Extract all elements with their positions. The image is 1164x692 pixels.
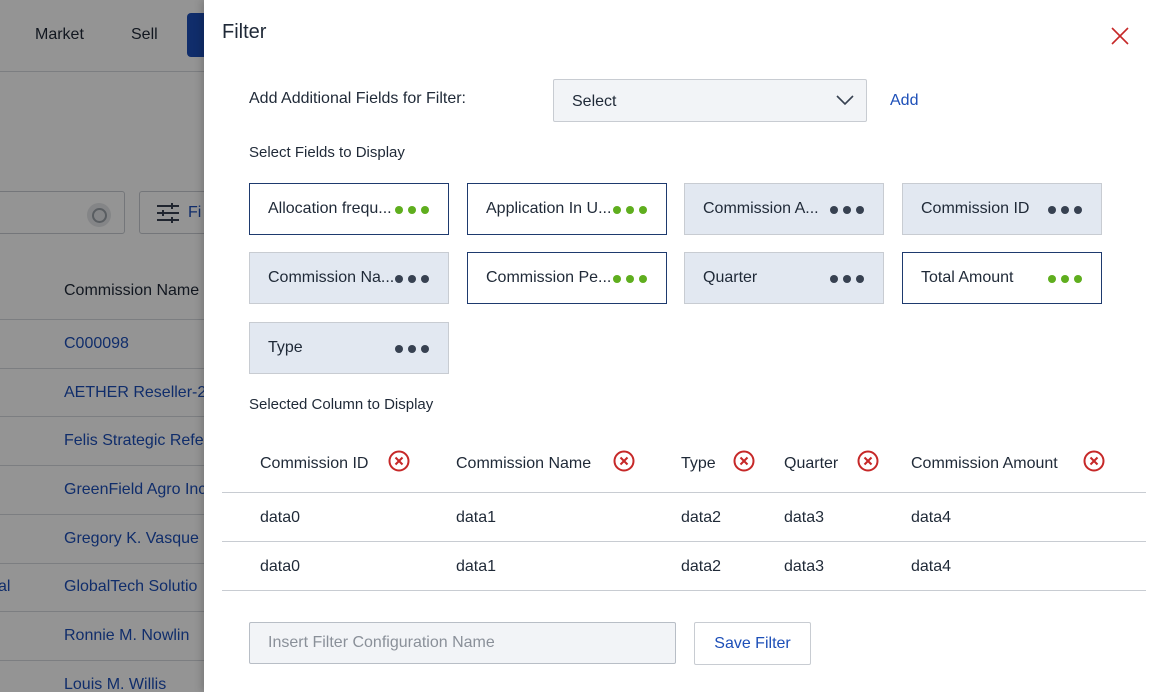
filter-drawer: Filter Add Additional Fields for Filter:… bbox=[204, 0, 1164, 692]
field-card-total-amount[interactable]: Total Amount bbox=[902, 252, 1102, 304]
select-fields-label: Select Fields to Display bbox=[249, 144, 405, 161]
close-icon[interactable] bbox=[1110, 26, 1130, 46]
remove-column-icon[interactable] bbox=[613, 450, 635, 472]
more-options-icon[interactable] bbox=[395, 345, 429, 353]
table-cell: data4 bbox=[911, 509, 952, 526]
columns-table-header: Commission ID Commission Name Type Quart… bbox=[222, 438, 1146, 493]
add-field-link[interactable]: Add bbox=[890, 92, 918, 110]
remove-column-icon[interactable] bbox=[388, 450, 410, 472]
field-card-label: Application In U... bbox=[486, 200, 612, 217]
table-cell: data0 bbox=[260, 509, 301, 526]
table-cell: data1 bbox=[456, 509, 497, 526]
table-cell: data2 bbox=[681, 509, 722, 526]
column-header: Type bbox=[681, 455, 716, 472]
field-card-label: Commission Na... bbox=[268, 269, 395, 286]
more-options-icon[interactable] bbox=[830, 275, 864, 283]
table-cell: data2 bbox=[681, 558, 722, 575]
field-card-label: Commission Pe... bbox=[486, 269, 612, 286]
field-card-label: Type bbox=[268, 339, 303, 356]
column-header: Quarter bbox=[784, 455, 839, 472]
table-cell: data1 bbox=[456, 558, 497, 575]
more-options-icon[interactable] bbox=[1048, 275, 1082, 283]
field-card-commission-period[interactable]: Commission Pe... bbox=[467, 252, 667, 304]
column-header: Commission ID bbox=[260, 455, 369, 472]
table-row: data0 data1 data2 data3 data4 bbox=[222, 493, 1146, 542]
remove-column-icon[interactable] bbox=[857, 450, 879, 472]
field-card-commission-name[interactable]: Commission Na... bbox=[249, 252, 449, 304]
table-cell: data0 bbox=[260, 558, 301, 575]
field-card-commission-amount[interactable]: Commission A... bbox=[684, 183, 884, 235]
remove-column-icon[interactable] bbox=[733, 450, 755, 472]
field-card-label: Allocation frequ... bbox=[268, 200, 392, 217]
field-card-label: Total Amount bbox=[921, 269, 1014, 286]
field-card-label: Commission A... bbox=[703, 200, 819, 217]
selected-columns-label: Selected Column to Display bbox=[249, 396, 434, 413]
add-fields-label: Add Additional Fields for Filter: bbox=[249, 90, 466, 107]
field-card-label: Quarter bbox=[703, 269, 758, 286]
table-cell: data4 bbox=[911, 558, 952, 575]
field-card-application-in-use[interactable]: Application In U... bbox=[467, 183, 667, 235]
table-cell: data3 bbox=[784, 509, 825, 526]
save-filter-button[interactable]: Save Filter bbox=[694, 622, 811, 665]
select-value: Select bbox=[572, 93, 617, 110]
remove-column-icon[interactable] bbox=[1083, 450, 1105, 472]
field-card-quarter[interactable]: Quarter bbox=[684, 252, 884, 304]
field-card-type[interactable]: Type bbox=[249, 322, 449, 374]
field-select-dropdown[interactable]: Select bbox=[553, 79, 867, 122]
field-card-label: Commission ID bbox=[921, 200, 1030, 217]
field-card-allocation-frequency[interactable]: Allocation frequ... bbox=[249, 183, 449, 235]
more-options-icon[interactable] bbox=[1048, 206, 1082, 214]
column-header: Commission Name bbox=[456, 455, 592, 472]
drawer-title: Filter bbox=[222, 21, 267, 43]
table-cell: data3 bbox=[784, 558, 825, 575]
more-options-icon[interactable] bbox=[613, 275, 647, 283]
chevron-down-icon bbox=[836, 95, 854, 106]
table-row: data0 data1 data2 data3 data4 bbox=[222, 542, 1146, 591]
more-options-icon[interactable] bbox=[395, 275, 429, 283]
more-options-icon[interactable] bbox=[613, 206, 647, 214]
more-options-icon[interactable] bbox=[830, 206, 864, 214]
field-card-commission-id[interactable]: Commission ID bbox=[902, 183, 1102, 235]
column-header: Commission Amount bbox=[911, 455, 1058, 472]
more-options-icon[interactable] bbox=[395, 206, 429, 214]
filter-config-name-input[interactable] bbox=[249, 622, 676, 664]
